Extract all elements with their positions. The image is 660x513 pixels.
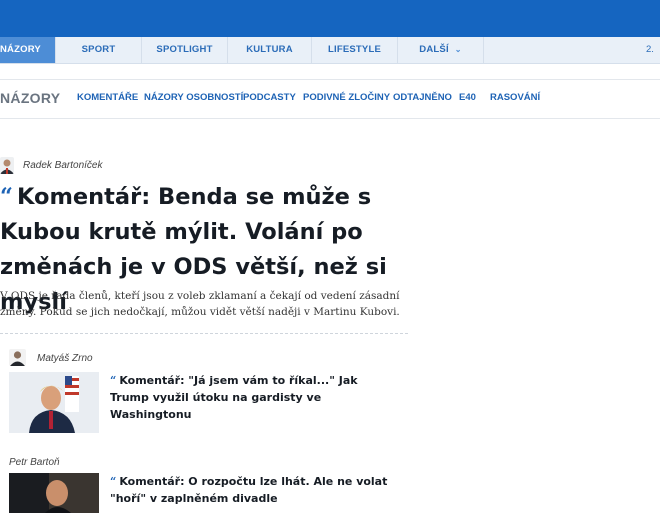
nav-item-dalsi[interactable]: DALŠÍ ⌄: [398, 37, 484, 63]
subnav-item-rasovani[interactable]: RASOVÁNÍ: [490, 92, 540, 103]
main-nav: NÁZORY SPORT SPOTLIGHT KULTURA LIFESTYLE…: [0, 37, 660, 64]
quote-icon: “: [0, 184, 13, 210]
subnav-item-komentare[interactable]: KOMENTÁŘE: [77, 92, 138, 103]
author-avatar: [0, 157, 14, 174]
nav-item-dalsi-label: DALŠÍ: [419, 44, 449, 55]
lead-author-name[interactable]: Radek Bartoníček: [23, 160, 103, 171]
article-title-text: Komentář: O rozpočtu lze lhát. Ale ne vo…: [110, 475, 388, 505]
section-brand-nazory[interactable]: NÁZORY: [0, 90, 60, 106]
date-label: 2.: [646, 44, 654, 55]
subnav-item-podivne-zlociny[interactable]: PODIVNÉ ZLOČINY: [303, 92, 390, 103]
lead-article-perex: V ODS je řada členů, kteří jsou z voleb …: [0, 290, 400, 318]
subnav-item-podcasty[interactable]: PODCASTY: [243, 92, 296, 103]
chevron-down-icon: ⌄: [454, 45, 462, 54]
article-title[interactable]: “Komentář: "Já jsem vám to říkal..." Jak…: [110, 372, 395, 423]
quote-icon: “: [110, 475, 117, 488]
nav-item-lifestyle[interactable]: LIFESTYLE: [312, 37, 398, 63]
top-header-band: [0, 0, 660, 37]
article-thumbnail[interactable]: [9, 372, 99, 433]
article-thumbnail[interactable]: [9, 473, 99, 513]
article-title-text: Komentář: "Já jsem vám to říkal..." Jak …: [110, 374, 358, 421]
article-author-name[interactable]: Petr Bartoň: [9, 457, 60, 468]
divider: [0, 333, 408, 334]
nav-item-nazory[interactable]: NÁZORY: [0, 37, 56, 63]
subnav-item-odtajneno[interactable]: ODTAJNĚNO: [393, 92, 452, 103]
author-avatar: [9, 349, 26, 366]
section-nav: NÁZORY KOMENTÁŘE NÁZORY OSOBNOSTÍ PODCAS…: [0, 79, 660, 119]
quote-icon: “: [110, 374, 117, 387]
nav-item-kultura[interactable]: KULTURA: [228, 37, 312, 63]
subnav-item-nazory-osobnosti[interactable]: NÁZORY OSOBNOSTÍ: [144, 92, 243, 103]
subnav-item-e40[interactable]: E40: [459, 92, 476, 103]
article-author-name[interactable]: Matyáš Zrno: [37, 353, 93, 364]
article-title[interactable]: “Komentář: O rozpočtu lze lhát. Ale ne v…: [110, 473, 395, 507]
nav-item-sport[interactable]: SPORT: [56, 37, 142, 63]
nav-item-spotlight[interactable]: SPOTLIGHT: [142, 37, 228, 63]
